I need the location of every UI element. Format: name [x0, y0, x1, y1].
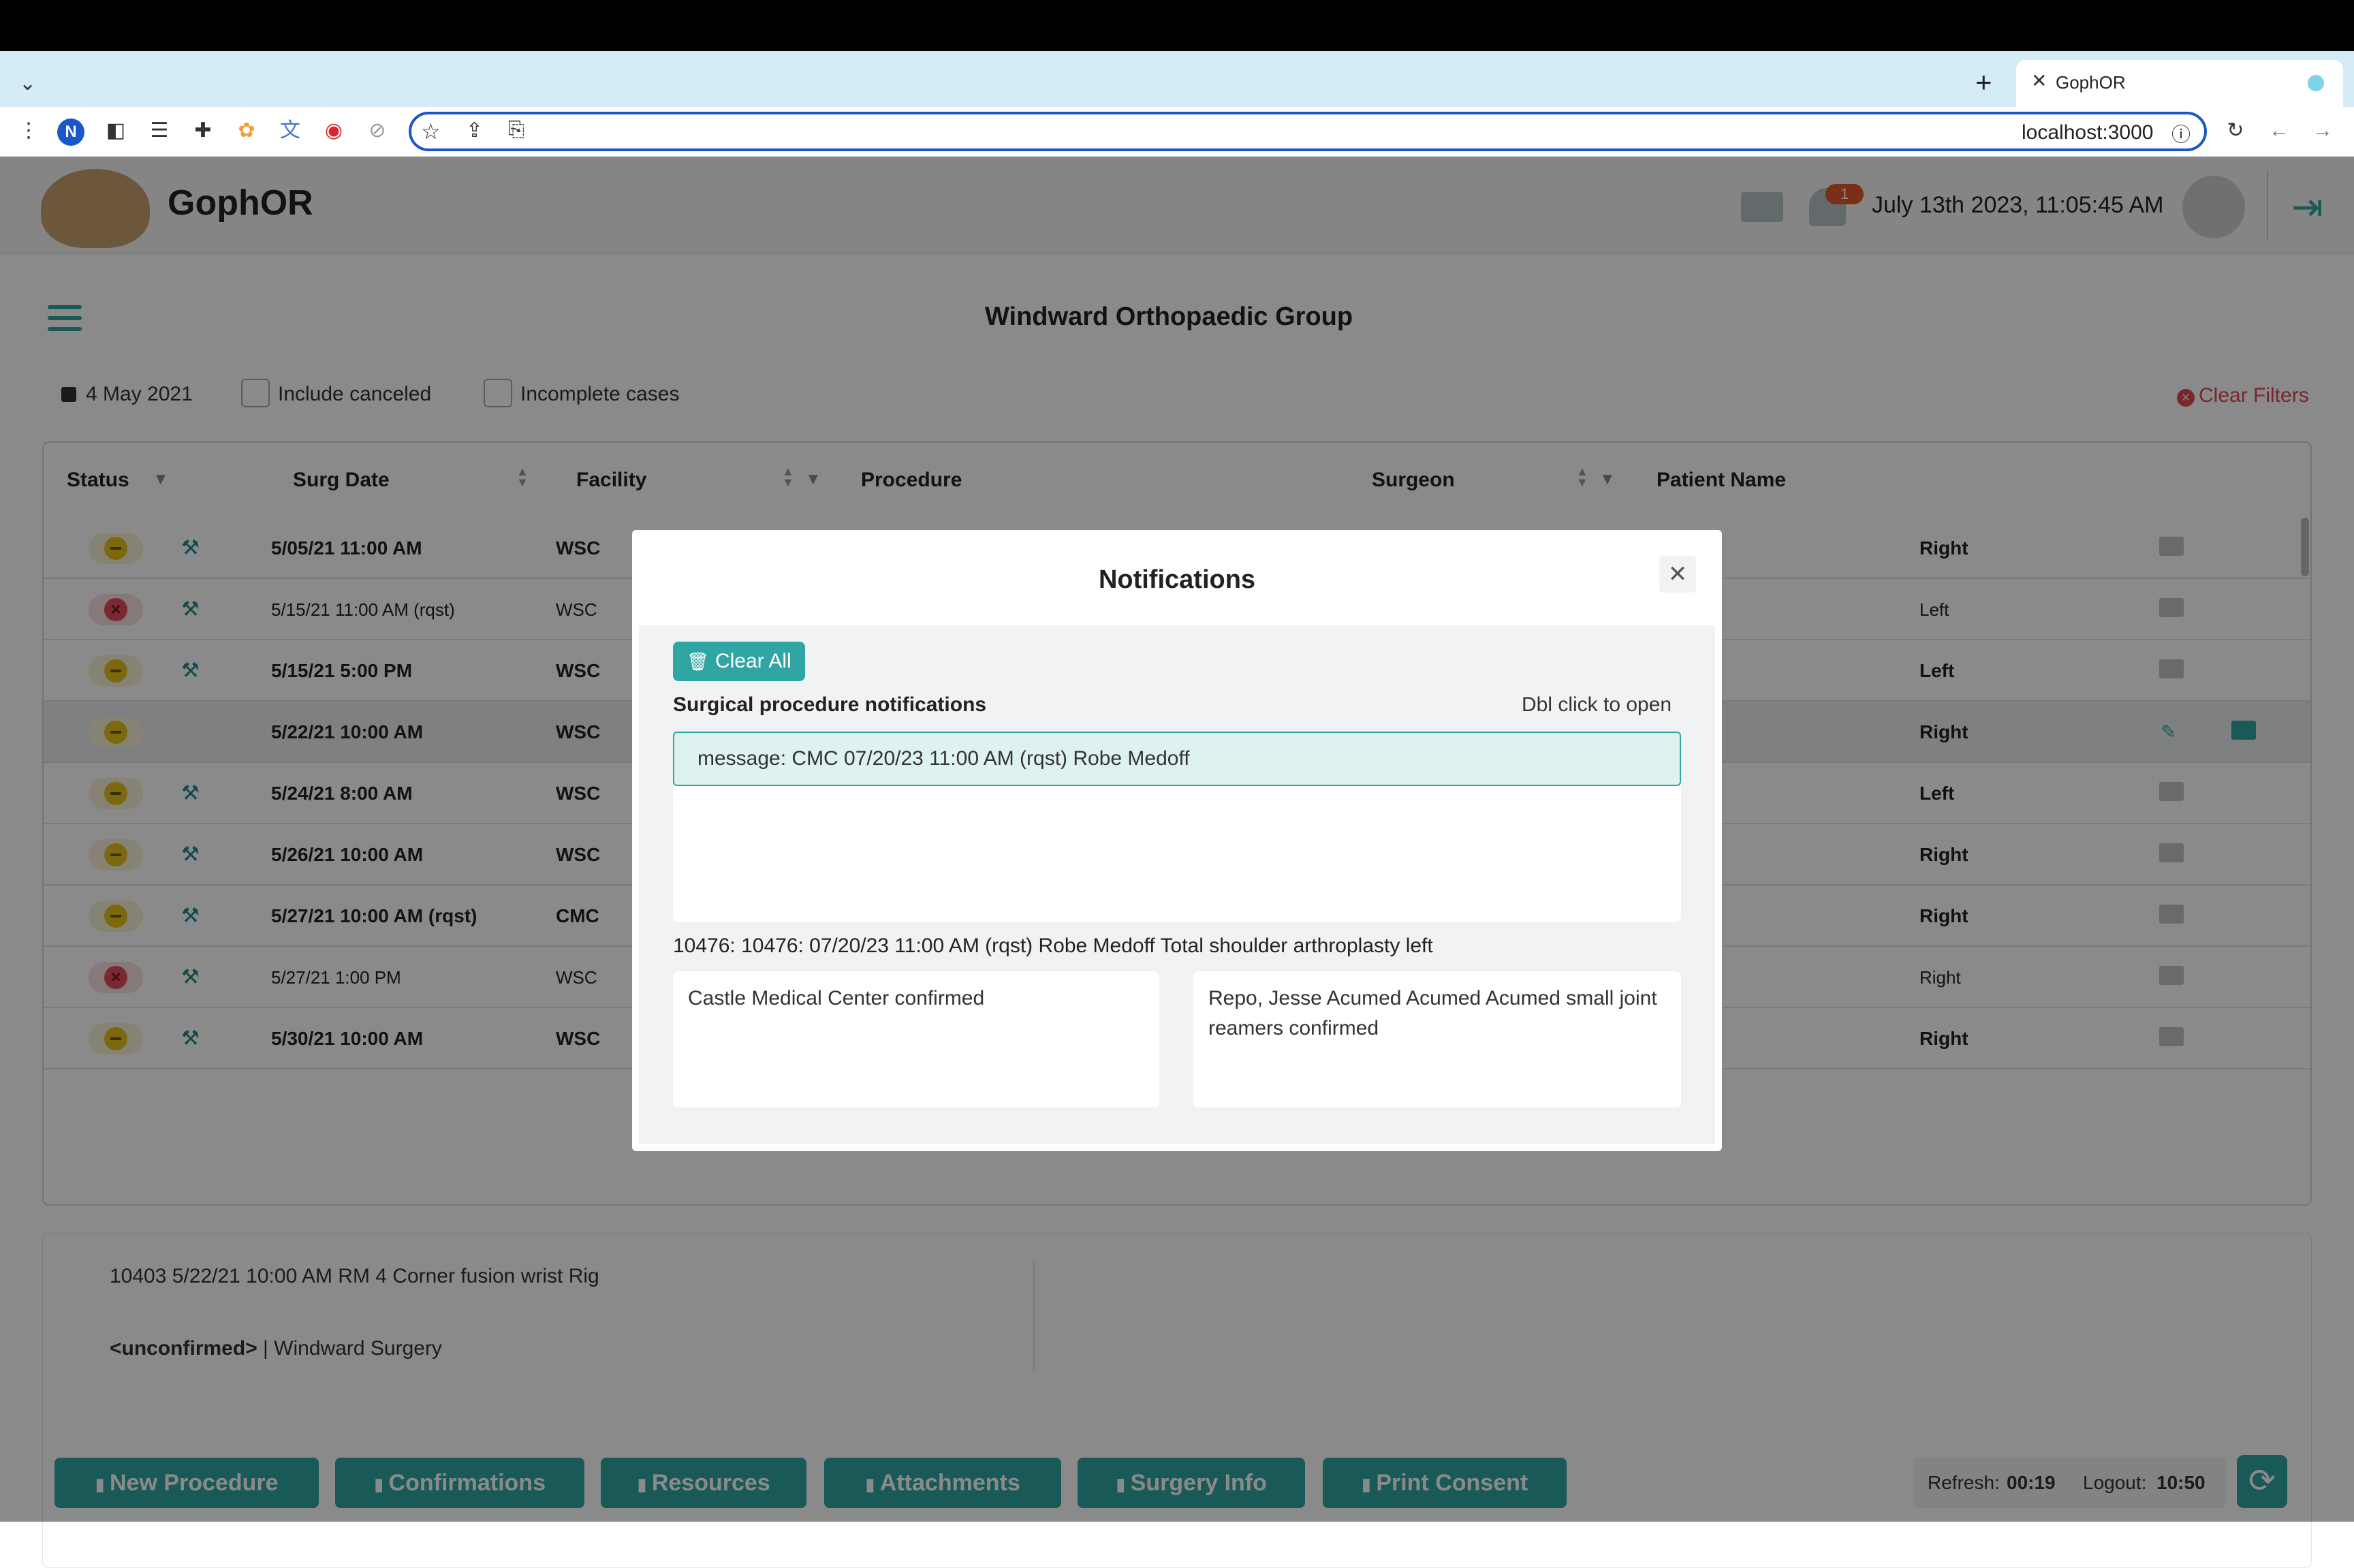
notification-detail-line: 10476: 10476: 07/20/23 11:00 AM (rqst) R…	[673, 935, 1433, 957]
extensions-icon[interactable]: ✚	[189, 117, 217, 144]
tab-title: GophOR	[2056, 72, 2126, 93]
address-bar[interactable]: ☆ ⇪ ⎘ localhost:3000 ⓘ	[409, 112, 2207, 151]
modal-body: 🗑 Clear All Surgical procedure notificat…	[639, 625, 1715, 1144]
site-info-icon[interactable]: ⓘ	[2171, 120, 2191, 147]
bookmark-star-icon[interactable]: ☆	[421, 119, 441, 144]
blocked-extension-icon[interactable]: ⊘	[364, 117, 391, 144]
translate-extension-icon[interactable]: 文	[277, 117, 304, 144]
facility-confirmation-card: Castle Medical Center confirmed	[673, 971, 1159, 1108]
reading-list-icon[interactable]: ☰	[146, 117, 173, 144]
modal-close-button[interactable]: ✕	[1659, 556, 1696, 593]
tab-list-chevron-icon[interactable]: ⌄	[19, 72, 36, 95]
tab-close-icon[interactable]: ✕	[2031, 69, 2047, 92]
trash-icon: 🗑	[687, 651, 710, 672]
section-title: Surgical procedure notifications	[673, 693, 987, 716]
profile-avatar[interactable]: N	[57, 119, 84, 146]
share-icon[interactable]: ⇪	[466, 119, 483, 142]
browser-menu-icon[interactable]: ⋮	[15, 117, 42, 144]
notifications-modal: Notifications ✕ 🗑 Clear All Surgical pro…	[632, 530, 1722, 1151]
opera-extension-icon[interactable]: ◉	[320, 117, 347, 144]
url-text[interactable]: localhost:3000	[2022, 121, 2153, 144]
notification-message: message: CMC 07/20/23 11:00 AM (rqst) Ro…	[697, 747, 1190, 770]
forward-icon[interactable]: →	[2309, 117, 2336, 144]
macos-menubar	[0, 0, 2354, 51]
notification-item[interactable]: message: CMC 07/20/23 11:00 AM (rqst) Ro…	[673, 732, 1681, 786]
vendor-confirmation-card: Repo, Jesse Acumed Acumed Acumed small j…	[1193, 971, 1681, 1108]
clear-all-label: Clear All	[715, 650, 791, 672]
clear-all-button[interactable]: 🗑 Clear All	[673, 642, 805, 681]
install-icon[interactable]: ⎘	[508, 119, 524, 142]
tab-favicon-icon	[2308, 75, 2324, 91]
vendor-confirmation-text: Repo, Jesse Acumed Acumed Acumed small j…	[1208, 987, 1657, 1039]
tab-strip: ⌄ +	[0, 51, 2354, 107]
browser-tab[interactable]: ✕ GophOR	[2016, 60, 2343, 107]
double-click-hint: Dbl click to open	[1522, 693, 1672, 716]
facility-confirmation-text: Castle Medical Center confirmed	[688, 987, 985, 1009]
color-extension-icon[interactable]: ✿	[233, 117, 260, 144]
back-icon[interactable]: ←	[2265, 117, 2293, 144]
close-icon: ✕	[1667, 561, 1688, 587]
sidebar-icon[interactable]: ◧	[102, 117, 129, 144]
reload-icon[interactable]: ↻	[2222, 117, 2249, 144]
modal-title: Notifications	[1098, 565, 1256, 594]
new-tab-icon[interactable]: +	[1975, 66, 1992, 99]
notification-list: message: CMC 07/20/23 11:00 AM (rqst) Ro…	[673, 732, 1681, 922]
